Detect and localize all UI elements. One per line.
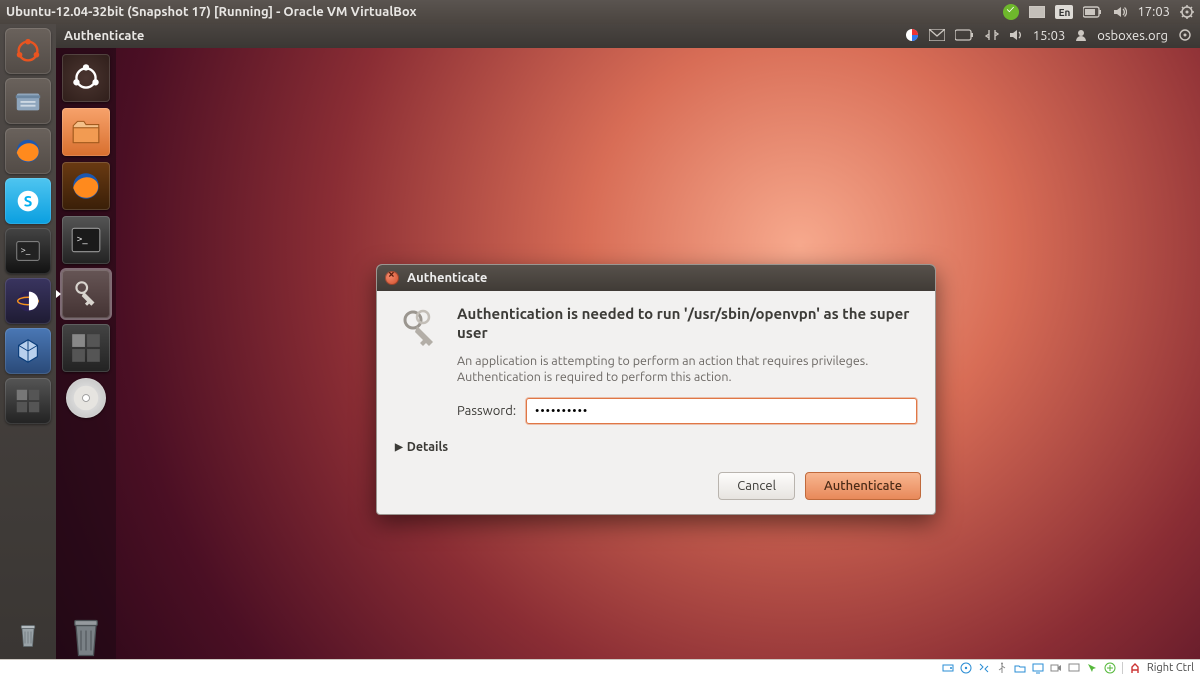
vrde-icon[interactable] bbox=[1068, 662, 1080, 674]
keys-icon bbox=[395, 305, 443, 424]
skype-icon[interactable]: S bbox=[5, 178, 51, 224]
guest-clock[interactable]: 15:03 bbox=[1033, 29, 1066, 43]
mail-icon[interactable] bbox=[1029, 6, 1045, 18]
mouse-integration-icon[interactable] bbox=[1086, 662, 1098, 674]
password-label: Password: bbox=[457, 404, 516, 418]
optical-icon[interactable] bbox=[960, 662, 972, 674]
network-icon[interactable] bbox=[978, 662, 990, 674]
host-key-label: Right Ctrl bbox=[1147, 662, 1194, 674]
workspace-icon[interactable] bbox=[5, 378, 51, 424]
vm-status-bar: Right Ctrl bbox=[0, 659, 1200, 675]
details-label: Details bbox=[407, 440, 448, 454]
host-key-icon bbox=[1129, 662, 1141, 674]
details-expander[interactable]: ▶ Details bbox=[377, 438, 935, 464]
session-gear-icon[interactable] bbox=[1180, 5, 1194, 19]
svg-text:>_: >_ bbox=[76, 233, 88, 245]
firefox-icon[interactable] bbox=[62, 162, 110, 210]
update-ok-icon[interactable] bbox=[1003, 4, 1019, 20]
files-icon[interactable] bbox=[5, 78, 51, 124]
dialog-title: Authenticate bbox=[407, 271, 487, 285]
guest-active-app-title: Authenticate bbox=[64, 29, 905, 43]
display-icon[interactable] bbox=[1032, 662, 1044, 674]
password-input[interactable] bbox=[526, 398, 917, 424]
color-picker-icon[interactable] bbox=[905, 28, 919, 45]
terminal-icon[interactable]: >_ bbox=[5, 228, 51, 274]
cancel-button[interactable]: Cancel bbox=[718, 472, 795, 500]
host-clock[interactable]: 17:03 bbox=[1137, 5, 1170, 19]
disc-icon[interactable] bbox=[66, 378, 106, 418]
trash-icon[interactable] bbox=[5, 613, 51, 659]
keyboard-lang-indicator[interactable]: En bbox=[1055, 5, 1073, 19]
keyring-icon[interactable] bbox=[62, 270, 110, 318]
disclosure-triangle-icon: ▶ bbox=[395, 441, 403, 453]
dash-icon[interactable] bbox=[62, 54, 110, 102]
network-icon[interactable] bbox=[985, 28, 999, 45]
firefox-icon[interactable] bbox=[5, 128, 51, 174]
volume-icon[interactable] bbox=[1009, 28, 1023, 45]
battery-icon[interactable] bbox=[955, 29, 975, 44]
volume-icon[interactable] bbox=[1113, 5, 1127, 19]
host-tray: En 17:03 bbox=[1003, 4, 1194, 20]
close-icon[interactable] bbox=[385, 271, 399, 285]
dash-icon[interactable] bbox=[5, 28, 51, 74]
files-icon[interactable] bbox=[62, 108, 110, 156]
battery-icon[interactable] bbox=[1083, 6, 1103, 18]
shared-folder-icon[interactable] bbox=[1014, 662, 1026, 674]
user-icon bbox=[1075, 29, 1087, 44]
guest-top-panel: Authenticate 15:03 osboxes.org bbox=[56, 24, 1200, 48]
terminal-icon[interactable]: >_ bbox=[62, 216, 110, 264]
auth-dialog: Authenticate Authentication is needed to… bbox=[376, 264, 936, 515]
eclipse-icon[interactable] bbox=[5, 278, 51, 324]
dialog-message: An application is attempting to perform … bbox=[457, 353, 917, 387]
trash-icon[interactable] bbox=[64, 613, 108, 659]
guest-launcher: >_ bbox=[56, 48, 116, 659]
dialog-titlebar[interactable]: Authenticate bbox=[377, 265, 935, 291]
workspace-icon[interactable] bbox=[62, 324, 110, 372]
svg-text:S: S bbox=[24, 193, 33, 210]
authenticate-button[interactable]: Authenticate bbox=[805, 472, 921, 500]
guest-tray: 15:03 osboxes.org bbox=[905, 28, 1192, 45]
virtualbox-icon[interactable] bbox=[5, 328, 51, 374]
guest-username[interactable]: osboxes.org bbox=[1097, 29, 1168, 43]
running-pip-icon bbox=[56, 290, 61, 298]
host-launcher: S >_ bbox=[0, 24, 56, 659]
vm-window-title: Ubuntu-12.04-32bit (Snapshot 17) [Runnin… bbox=[6, 5, 1003, 19]
host-top-panel: Ubuntu-12.04-32bit (Snapshot 17) [Runnin… bbox=[0, 0, 1200, 24]
svg-text:>_: >_ bbox=[21, 244, 31, 255]
additions-icon[interactable] bbox=[1104, 662, 1116, 674]
mail-icon[interactable] bbox=[929, 29, 945, 44]
dialog-heading: Authentication is needed to run '/usr/sb… bbox=[457, 305, 917, 343]
session-gear-icon[interactable] bbox=[1178, 28, 1192, 45]
usb-icon[interactable] bbox=[996, 662, 1008, 674]
vm-display: Authenticate 15:03 osboxes.org >_ Authen… bbox=[56, 24, 1200, 659]
record-icon[interactable] bbox=[1050, 662, 1062, 674]
hdd-icon[interactable] bbox=[942, 662, 954, 674]
